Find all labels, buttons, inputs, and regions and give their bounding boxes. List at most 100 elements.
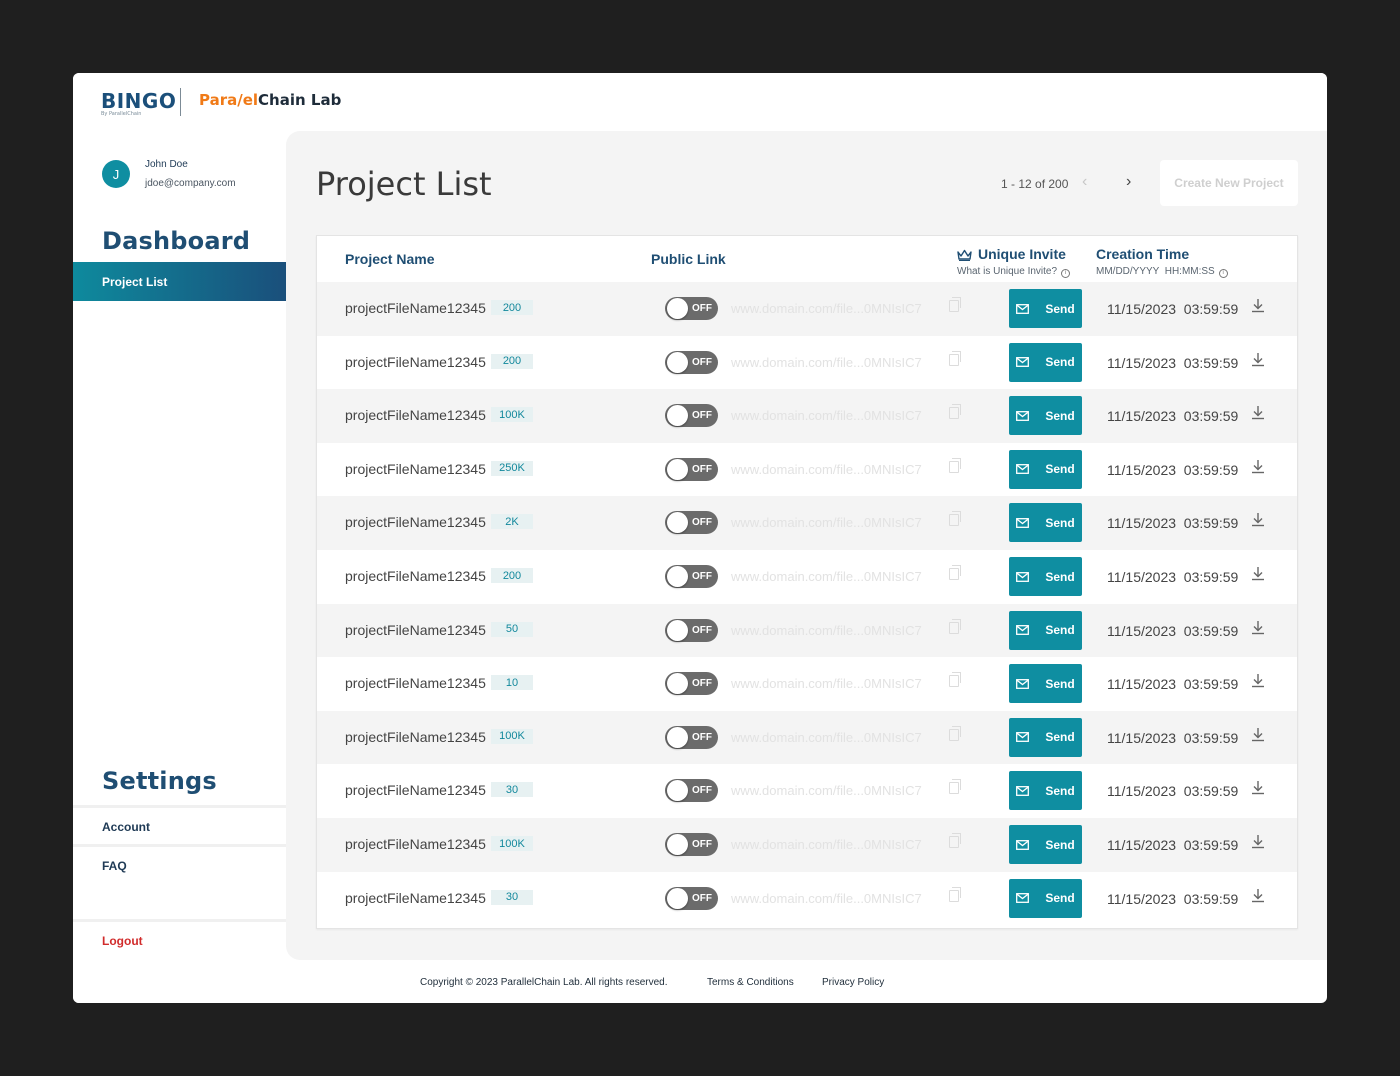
settings-heading[interactable]: Settings: [102, 767, 217, 795]
copy-icon[interactable]: [949, 297, 961, 312]
project-name[interactable]: projectFileName12345: [345, 300, 486, 316]
header-creation-time[interactable]: Creation Time: [1096, 246, 1189, 262]
copy-icon[interactable]: [949, 457, 961, 473]
mail-icon: [1016, 839, 1037, 850]
chevron-right-icon[interactable]: ›: [1126, 173, 1131, 191]
send-invite-button[interactable]: Send: [1009, 771, 1082, 811]
download-icon[interactable]: [1251, 566, 1265, 586]
download-icon[interactable]: [1251, 834, 1265, 854]
download-icon[interactable]: [1251, 888, 1265, 908]
send-invite-button[interactable]: Send: [1009, 557, 1082, 596]
copy-icon[interactable]: [949, 404, 961, 420]
sidebar-item-faq[interactable]: FAQ: [102, 859, 127, 873]
download-icon[interactable]: [1251, 298, 1265, 318]
public-link-toggle[interactable]: OFF: [665, 725, 718, 749]
send-invite-button[interactable]: Send: [1009, 396, 1082, 436]
table-row[interactable]: projectFileName12345 50 OFF www.domain.com/…: [317, 603, 1297, 658]
public-link-text: www.domain.com/file...0MNIsIC7: [731, 354, 922, 370]
chevron-left-icon[interactable]: ‹: [1082, 173, 1087, 191]
table-row[interactable]: projectFileName12345 30 OFF www.domain.com/…: [317, 764, 1297, 818]
project-name[interactable]: projectFileName12345: [345, 568, 486, 584]
project-name[interactable]: projectFileName12345: [345, 354, 486, 370]
toggle-knob: [667, 726, 688, 748]
table-row[interactable]: projectFileName12345 100K OFF www.domain.co…: [317, 389, 1297, 443]
invite-count-badge: 10: [491, 675, 533, 691]
bingo-logo[interactable]: BINGO By ParallelChain: [101, 89, 176, 117]
copy-icon[interactable]: [949, 672, 961, 688]
copy-icon[interactable]: [949, 833, 961, 848]
send-invite-button[interactable]: Send: [1009, 449, 1082, 489]
create-new-project-button[interactable]: Create New Project: [1160, 160, 1298, 206]
download-icon[interactable]: [1251, 352, 1265, 372]
send-invite-button[interactable]: Send: [1009, 878, 1082, 918]
header-project-name[interactable]: Project Name: [345, 251, 434, 267]
privacy-link[interactable]: Privacy Policy: [822, 977, 884, 988]
copy-icon[interactable]: [949, 779, 961, 795]
header-public-link[interactable]: Public Link: [651, 251, 726, 267]
send-invite-button[interactable]: Send: [1009, 717, 1082, 757]
toggle-knob: [667, 351, 688, 373]
project-name[interactable]: projectFileName12345: [345, 890, 486, 906]
table-row[interactable]: projectFileName12345 200 OFF www.domain.com…: [317, 336, 1297, 390]
download-icon[interactable]: [1251, 405, 1265, 425]
public-link-toggle[interactable]: OFF: [665, 779, 718, 803]
logout-button[interactable]: Logout: [102, 934, 143, 948]
send-invite-button[interactable]: Send: [1009, 503, 1082, 543]
table-row[interactable]: projectFileName12345 100K OFF www.domain.co…: [317, 818, 1297, 872]
toggle-knob: [667, 405, 688, 427]
table-row[interactable]: projectFileName12345 100K OFF www.domain.co…: [317, 710, 1297, 765]
project-name[interactable]: projectFileName12345: [345, 461, 486, 477]
terms-link[interactable]: Terms & Conditions: [707, 977, 794, 988]
send-label: Send: [1045, 891, 1075, 906]
download-icon[interactable]: [1251, 673, 1265, 693]
project-name[interactable]: projectFileName12345: [345, 782, 486, 798]
download-icon[interactable]: [1251, 620, 1265, 640]
public-link-toggle[interactable]: OFF: [665, 511, 718, 535]
project-name[interactable]: projectFileName12345: [345, 514, 486, 530]
copy-icon[interactable]: [949, 511, 961, 527]
copy-icon[interactable]: [949, 886, 961, 902]
table-row[interactable]: projectFileName12345 2K OFF www.domain.com/…: [317, 496, 1297, 550]
download-icon[interactable]: [1251, 780, 1265, 800]
send-invite-button[interactable]: Send: [1009, 825, 1082, 864]
avatar[interactable]: J: [102, 160, 130, 188]
public-link-toggle[interactable]: OFF: [665, 350, 718, 374]
project-name[interactable]: projectFileName12345: [345, 622, 486, 638]
table-row[interactable]: projectFileName12345 250K OFF www.domain.co…: [317, 443, 1297, 497]
creation-time-format-text: MM/DD/YYYY HH:MM:SS: [1096, 266, 1215, 277]
public-link-toggle[interactable]: OFF: [665, 672, 718, 696]
project-name[interactable]: projectFileName12345: [345, 836, 486, 852]
download-icon[interactable]: [1251, 727, 1265, 747]
send-invite-button[interactable]: Send: [1009, 610, 1082, 650]
sidebar-item-project-list[interactable]: Project List: [73, 262, 286, 301]
copy-icon[interactable]: [949, 350, 961, 366]
project-name[interactable]: projectFileName12345: [345, 675, 486, 691]
public-link-toggle[interactable]: OFF: [665, 833, 718, 856]
copy-icon[interactable]: [949, 725, 961, 741]
copy-icon[interactable]: [949, 618, 961, 634]
dashboard-heading[interactable]: Dashboard: [102, 227, 250, 255]
header-unique-invite[interactable]: Unique Invite: [957, 246, 1066, 262]
public-link-toggle[interactable]: OFF: [665, 404, 718, 428]
page-title: Project List: [316, 165, 492, 203]
send-invite-button[interactable]: Send: [1009, 289, 1082, 328]
table-row[interactable]: projectFileName12345 200 OFF www.domain.com…: [317, 550, 1297, 604]
project-name[interactable]: projectFileName12345: [345, 729, 486, 745]
pagination-text: 1 - 12 of 200: [1001, 177, 1069, 191]
sidebar-item-account[interactable]: Account: [102, 820, 150, 834]
copy-icon[interactable]: [949, 565, 961, 580]
table-row[interactable]: projectFileName12345 10 OFF www.domain.com/…: [317, 657, 1297, 711]
send-invite-button[interactable]: Send: [1009, 342, 1082, 382]
download-icon[interactable]: [1251, 512, 1265, 532]
public-link-toggle[interactable]: OFF: [665, 886, 718, 910]
download-icon[interactable]: [1251, 459, 1265, 479]
public-link-toggle[interactable]: OFF: [665, 565, 718, 588]
public-link-toggle[interactable]: OFF: [665, 457, 718, 481]
send-invite-button[interactable]: Send: [1009, 664, 1082, 704]
table-row[interactable]: projectFileName12345 200 OFF www.domain.com…: [317, 282, 1297, 336]
unique-invite-help[interactable]: What is Unique Invite? i: [957, 266, 1071, 278]
public-link-toggle[interactable]: OFF: [665, 297, 718, 320]
public-link-toggle[interactable]: OFF: [665, 618, 718, 642]
table-row[interactable]: projectFileName12345 30 OFF www.domain.com/…: [317, 872, 1297, 926]
project-name[interactable]: projectFileName12345: [345, 407, 486, 423]
